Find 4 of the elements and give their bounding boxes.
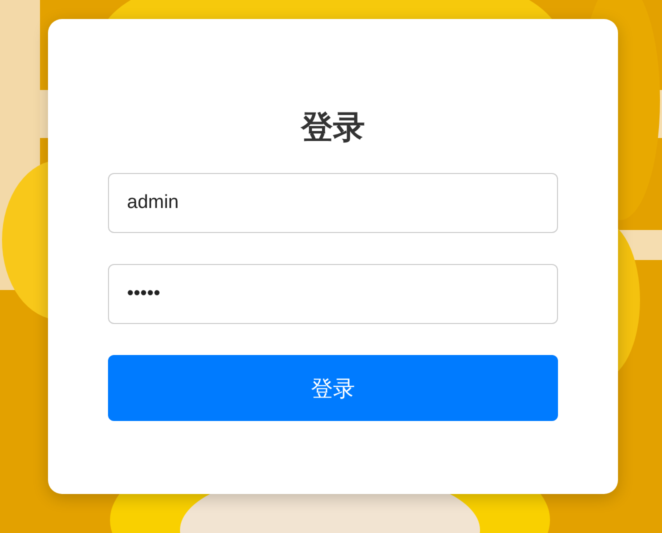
- username-field[interactable]: admin: [108, 173, 558, 233]
- password-field[interactable]: •••••: [108, 264, 558, 324]
- login-button[interactable]: 登录: [108, 355, 558, 421]
- login-title: 登录: [301, 111, 365, 143]
